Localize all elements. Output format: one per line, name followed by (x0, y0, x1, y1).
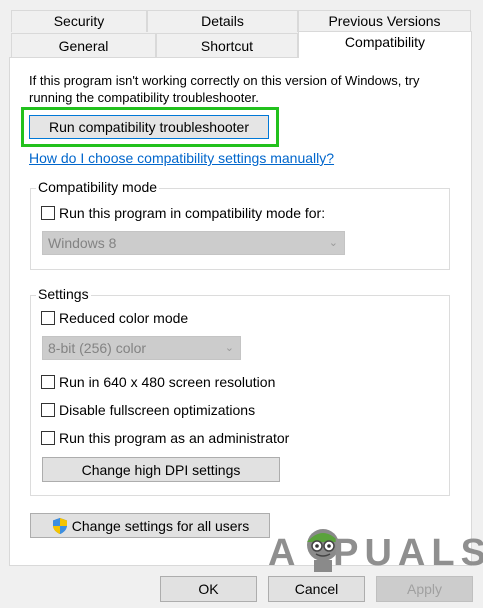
tab-details[interactable]: Details (147, 10, 298, 32)
run-admin-checkbox-row[interactable]: Run this program as an administrator (41, 429, 289, 447)
compatibility-mode-group (30, 188, 450, 270)
tab-security[interactable]: Security (11, 10, 147, 32)
chevron-down-icon: ⌄ (328, 237, 338, 249)
res-640-label: Run in 640 x 480 screen resolution (59, 374, 276, 390)
appuals-watermark: A PUALS (268, 520, 483, 580)
disable-fullscreen-checkbox[interactable] (41, 403, 55, 417)
intro-line-1: If this program isn't working correctly … (29, 73, 420, 88)
compatibility-panel: If this program isn't working correctly … (9, 57, 483, 574)
run-admin-checkbox[interactable] (41, 431, 55, 445)
reduced-color-label: Reduced color mode (59, 310, 189, 326)
reduced-color-checkbox[interactable] (41, 311, 55, 325)
compat-mode-checkbox-row[interactable]: Run this program in compatibility mode f… (41, 204, 325, 222)
tab-previous-versions[interactable]: Previous Versions (298, 10, 471, 32)
compat-mode-checkbox[interactable] (41, 206, 55, 220)
tab-compatibility[interactable]: Compatibility (298, 31, 472, 58)
ok-button[interactable]: OK (160, 576, 257, 602)
res-640-checkbox-row[interactable]: Run in 640 x 480 screen resolution (41, 373, 275, 391)
tab-shortcut[interactable]: Shortcut (156, 33, 298, 57)
run-admin-label: Run this program as an administrator (59, 430, 290, 446)
reduced-color-checkbox-row[interactable]: Reduced color mode (41, 309, 188, 327)
chevron-down-icon: ⌄ (224, 342, 234, 354)
settings-legend: Settings (36, 286, 91, 302)
tab-general[interactable]: General (11, 33, 156, 57)
color-mode-select-value: 8-bit (256) color (48, 340, 147, 356)
all-users-button-label: Change settings for all users (71, 517, 250, 534)
compat-mode-select-value: Windows 8 (48, 235, 117, 251)
help-link[interactable]: How do I choose compatibility settings m… (29, 150, 334, 166)
intro-line-2: running the compatibility troubleshooter… (29, 90, 259, 105)
run-troubleshooter-button[interactable]: Run compatibility troubleshooter (29, 115, 269, 139)
compatibility-mode-legend: Compatibility mode (36, 179, 160, 195)
res-640-checkbox[interactable] (41, 375, 55, 389)
disable-fullscreen-label: Disable fullscreen optimizations (59, 402, 256, 418)
change-dpi-button[interactable]: Change high DPI settings (42, 457, 280, 482)
all-users-button[interactable]: Change settings for all users (30, 513, 270, 538)
compat-mode-checkbox-label: Run this program in compatibility mode f… (59, 205, 326, 221)
uac-shield-icon (52, 517, 67, 534)
compat-mode-select[interactable]: Windows 8 ⌄ (42, 231, 345, 255)
disable-fullscreen-checkbox-row[interactable]: Disable fullscreen optimizations (41, 401, 255, 419)
color-mode-select[interactable]: 8-bit (256) color ⌄ (42, 336, 241, 360)
watermark-text: A PUALS (268, 532, 483, 574)
